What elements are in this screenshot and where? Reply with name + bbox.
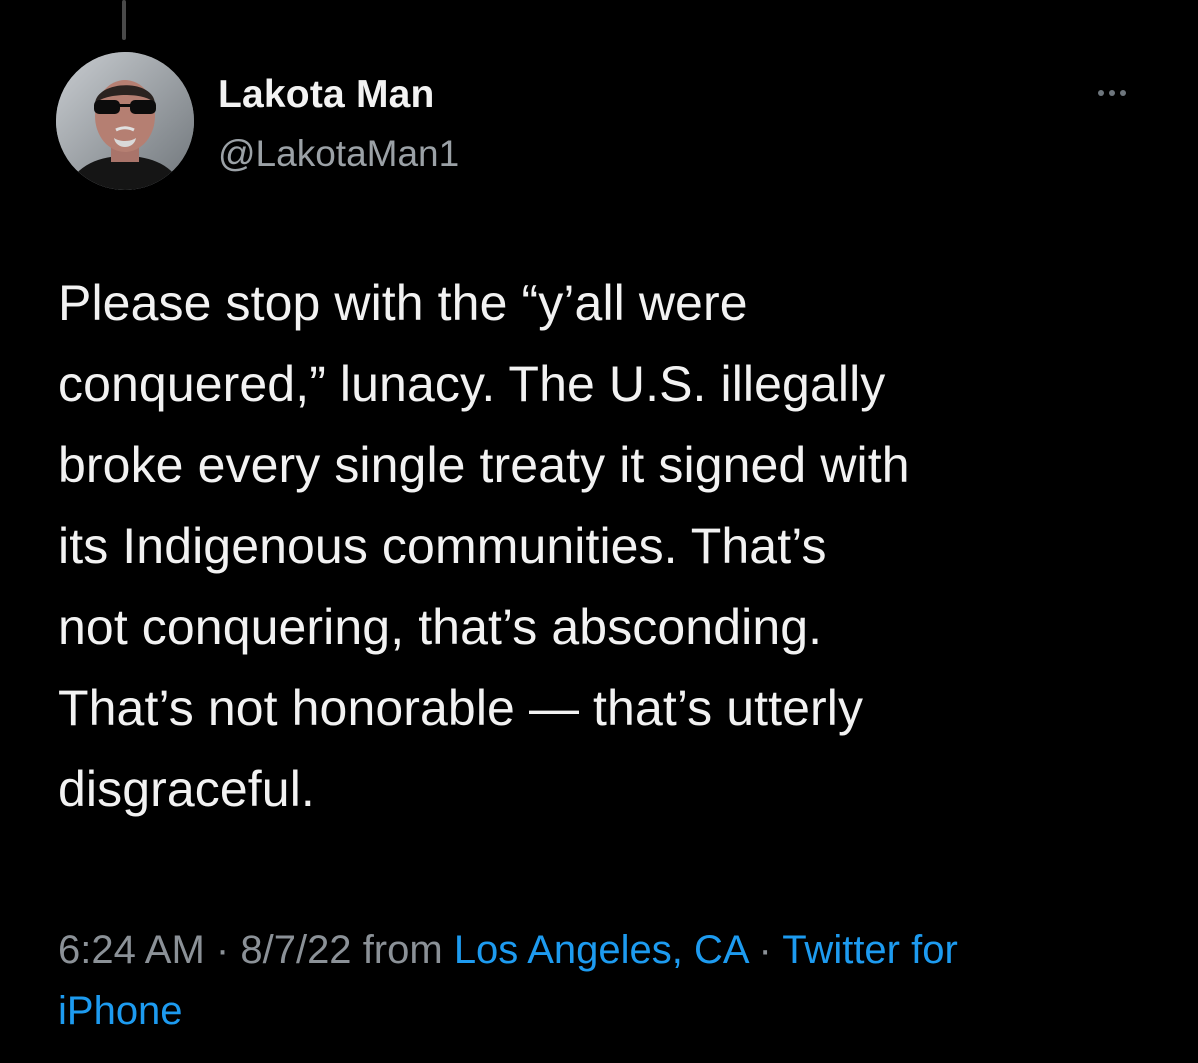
tweet-time[interactable]: 6:24 AM [58,928,205,972]
more-options-button[interactable] [1084,78,1140,108]
source-link-continued[interactable]: iPhone [58,989,183,1033]
ellipsis-icon [1109,90,1115,96]
tweet-text: Please stop with the “y’all were conquer… [58,263,1158,830]
profile-photo-icon [56,52,194,190]
tweet-date[interactable]: 8/7/22 [240,928,351,972]
tweet-text-line: That’s not honorable — that’s utterly [58,680,864,736]
tweet-text-line: conquered,” lunacy. The U.S. illegally [58,356,886,412]
ellipsis-icon [1098,90,1104,96]
tweet-text-line: disgraceful. [58,761,315,817]
meta-separator: · [215,928,230,972]
avatar[interactable] [56,52,194,190]
author-display-name[interactable]: Lakota Man [218,73,435,117]
tweet-metadata: 6:24 AM · 8/7/22 from Los Angeles, CA · … [58,920,1168,1042]
thread-connector-line [122,0,126,40]
meta-separator: · [758,928,772,972]
source-link[interactable]: Twitter for [782,928,958,972]
ellipsis-icon [1120,90,1126,96]
author-handle[interactable]: @LakotaMan1 [218,133,459,175]
tweet-text-line: broke every single treaty it signed with [58,437,910,493]
from-label: from [362,928,443,972]
location-link[interactable]: Los Angeles, CA [454,928,748,972]
tweet-text-line: not conquering, that’s absconding. [58,599,823,655]
tweet-text-line: Please stop with the “y’all were [58,275,748,331]
tweet-text-line: its Indigenous communities. That’s [58,518,827,574]
